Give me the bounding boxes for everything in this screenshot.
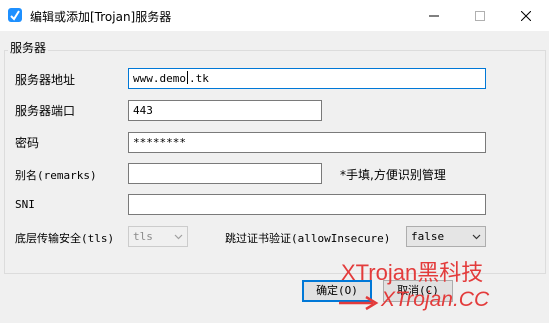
chevron-down-icon	[174, 234, 183, 240]
chevron-down-icon	[472, 234, 481, 240]
port-value: 443	[133, 104, 153, 117]
app-icon	[8, 8, 22, 22]
password-input[interactable]: ********	[128, 132, 486, 153]
tls-select[interactable]: tls	[128, 226, 188, 247]
allow-insecure-label: 跳过证书验证(allowInsecure)	[225, 232, 391, 245]
window-title: 编辑或添加[Trojan]服务器	[30, 10, 172, 24]
maximize-icon	[475, 10, 485, 21]
maximize-button[interactable]	[457, 0, 503, 31]
ok-button[interactable]: 确定(O)	[302, 280, 372, 302]
minimize-button[interactable]	[411, 0, 457, 31]
close-button[interactable]	[503, 0, 549, 31]
address-value-start: www.demo	[133, 72, 186, 85]
minimize-icon	[429, 15, 439, 16]
tls-label: 底层传输安全(tls)	[15, 232, 115, 245]
groupbox-title: 服务器	[8, 39, 49, 56]
address-input[interactable]: www.demo .tk	[128, 68, 486, 89]
address-label: 服务器地址	[15, 73, 76, 87]
remarks-label: 别名(remarks)	[15, 169, 97, 182]
remarks-input[interactable]	[128, 163, 322, 184]
password-label: 密码	[15, 136, 40, 150]
text-caret	[186, 71, 188, 84]
port-label: 服务器端口	[15, 104, 76, 118]
tls-selected-value: tls	[133, 230, 153, 243]
allow-insecure-selected-value: false	[411, 230, 445, 243]
sni-label: SNI	[15, 198, 35, 211]
address-value-end: .tk	[188, 72, 209, 85]
remarks-hint: *手填,方便识别管理	[340, 168, 446, 182]
title-bar: 编辑或添加[Trojan]服务器	[0, 0, 549, 31]
port-input[interactable]: 443	[128, 100, 322, 121]
close-icon	[521, 10, 531, 21]
cancel-button[interactable]: 取消(C)	[383, 280, 453, 302]
allow-insecure-select[interactable]: false	[406, 226, 486, 247]
password-value: ********	[133, 136, 186, 149]
sni-input[interactable]	[128, 194, 486, 215]
